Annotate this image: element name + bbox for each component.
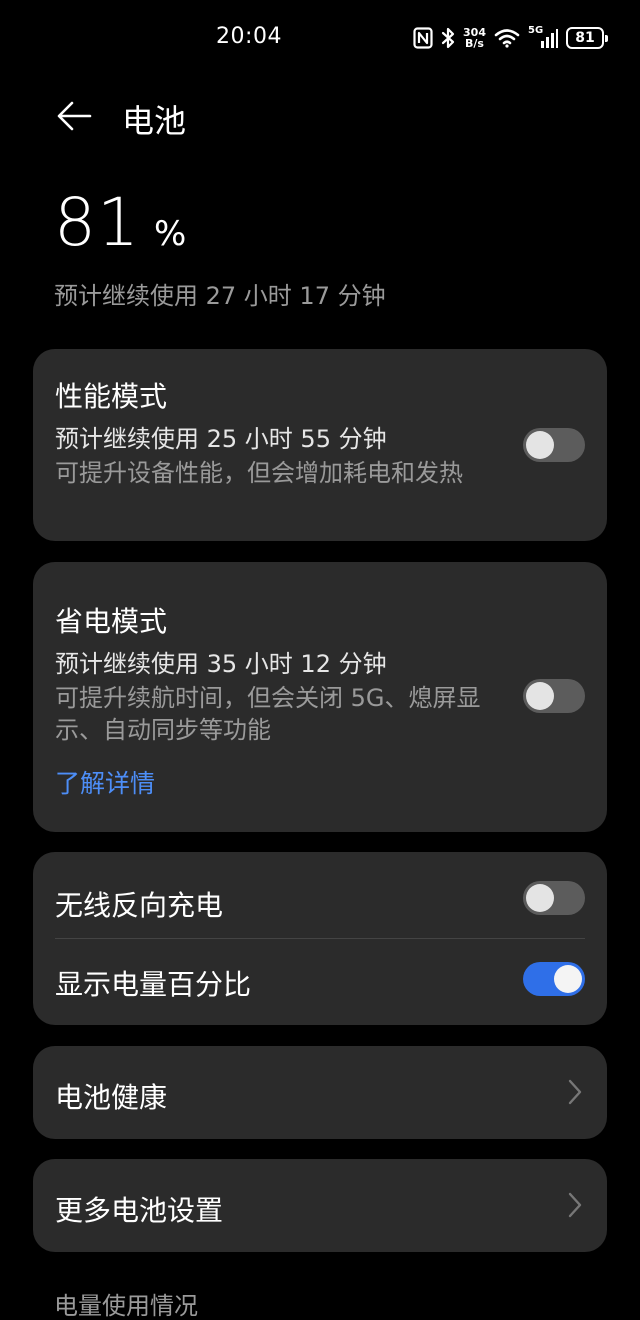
status-bar: 20:04 304 B/s 5G 81 (0, 0, 640, 76)
status-icons: 304 B/s 5G 81 (413, 22, 608, 54)
performance-mode-toggle[interactable] (523, 428, 585, 462)
battery-percentage-value: 81 (54, 184, 140, 261)
remaining-time: 预计继续使用 27 小时 17 分钟 (54, 282, 386, 310)
battery-level: 81 (575, 30, 595, 46)
wireless-reverse-charging-row[interactable]: 无线反向充电 (33, 852, 607, 938)
battery-icon: 81 (566, 27, 608, 49)
toggle-knob (554, 965, 582, 993)
performance-mode-card[interactable]: 性能模式 预计继续使用 25 小时 55 分钟 可提升设备性能，但会增加耗电和发… (33, 349, 607, 541)
chevron-right-icon (565, 1077, 585, 1107)
wireless-reverse-charging-label: 无线反向充电 (55, 889, 224, 922)
learn-more-link[interactable]: 了解详情 (55, 764, 155, 800)
arrow-left-icon (57, 101, 92, 131)
wireless-reverse-charging-toggle[interactable] (523, 881, 585, 915)
battery-percentage-unit: % (153, 214, 187, 254)
battery-settings-screen: 20:04 304 B/s 5G 81 电池 81 % 预计继续使用 27 小时… (0, 0, 640, 1320)
show-battery-percentage-row[interactable]: 显示电量百分比 (33, 939, 607, 1025)
toggle-knob (526, 431, 554, 459)
more-battery-settings-label: 更多电池设置 (55, 1194, 224, 1227)
show-battery-percentage-label: 显示电量百分比 (55, 968, 252, 1001)
power-saving-mode-estimate: 预计继续使用 35 小时 12 分钟 (55, 650, 387, 678)
usage-section-label: 电量使用情况 (54, 1292, 198, 1320)
toggle-knob (526, 884, 554, 912)
chevron-right-icon (565, 1190, 585, 1220)
bluetooth-icon (441, 27, 455, 49)
charging-display-card: 无线反向充电 显示电量百分比 (33, 852, 607, 1025)
battery-health-label: 电池健康 (55, 1081, 168, 1114)
header: 电池 (0, 80, 640, 150)
more-battery-settings-item[interactable]: 更多电池设置 (33, 1159, 607, 1252)
wifi-icon (494, 28, 520, 48)
performance-mode-description: 可提升设备性能，但会增加耗电和发热 (55, 459, 463, 487)
power-saving-mode-toggle[interactable] (523, 679, 585, 713)
network-speed-unit: B/s (465, 37, 484, 50)
show-battery-percentage-toggle[interactable] (523, 962, 585, 996)
cellular-signal-icon: 5G (528, 25, 558, 49)
back-button[interactable] (50, 92, 98, 140)
battery-health-item[interactable]: 电池健康 (33, 1046, 607, 1139)
page-title: 电池 (122, 102, 187, 140)
performance-mode-estimate: 预计继续使用 25 小时 55 分钟 (55, 425, 387, 453)
power-saving-mode-title: 省电模式 (55, 605, 168, 638)
nfc-icon (413, 27, 433, 49)
toggle-knob (526, 682, 554, 710)
network-speed: 304 B/s (463, 27, 486, 49)
power-saving-mode-description: 可提升续航时间，但会关闭 5G、熄屏显示、自动同步等功能 (55, 684, 481, 744)
power-saving-mode-card[interactable]: 省电模式 预计继续使用 35 小时 12 分钟 可提升续航时间，但会关闭 5G、… (33, 562, 607, 832)
performance-mode-title: 性能模式 (55, 380, 168, 413)
battery-percentage: 81 % (54, 184, 186, 261)
